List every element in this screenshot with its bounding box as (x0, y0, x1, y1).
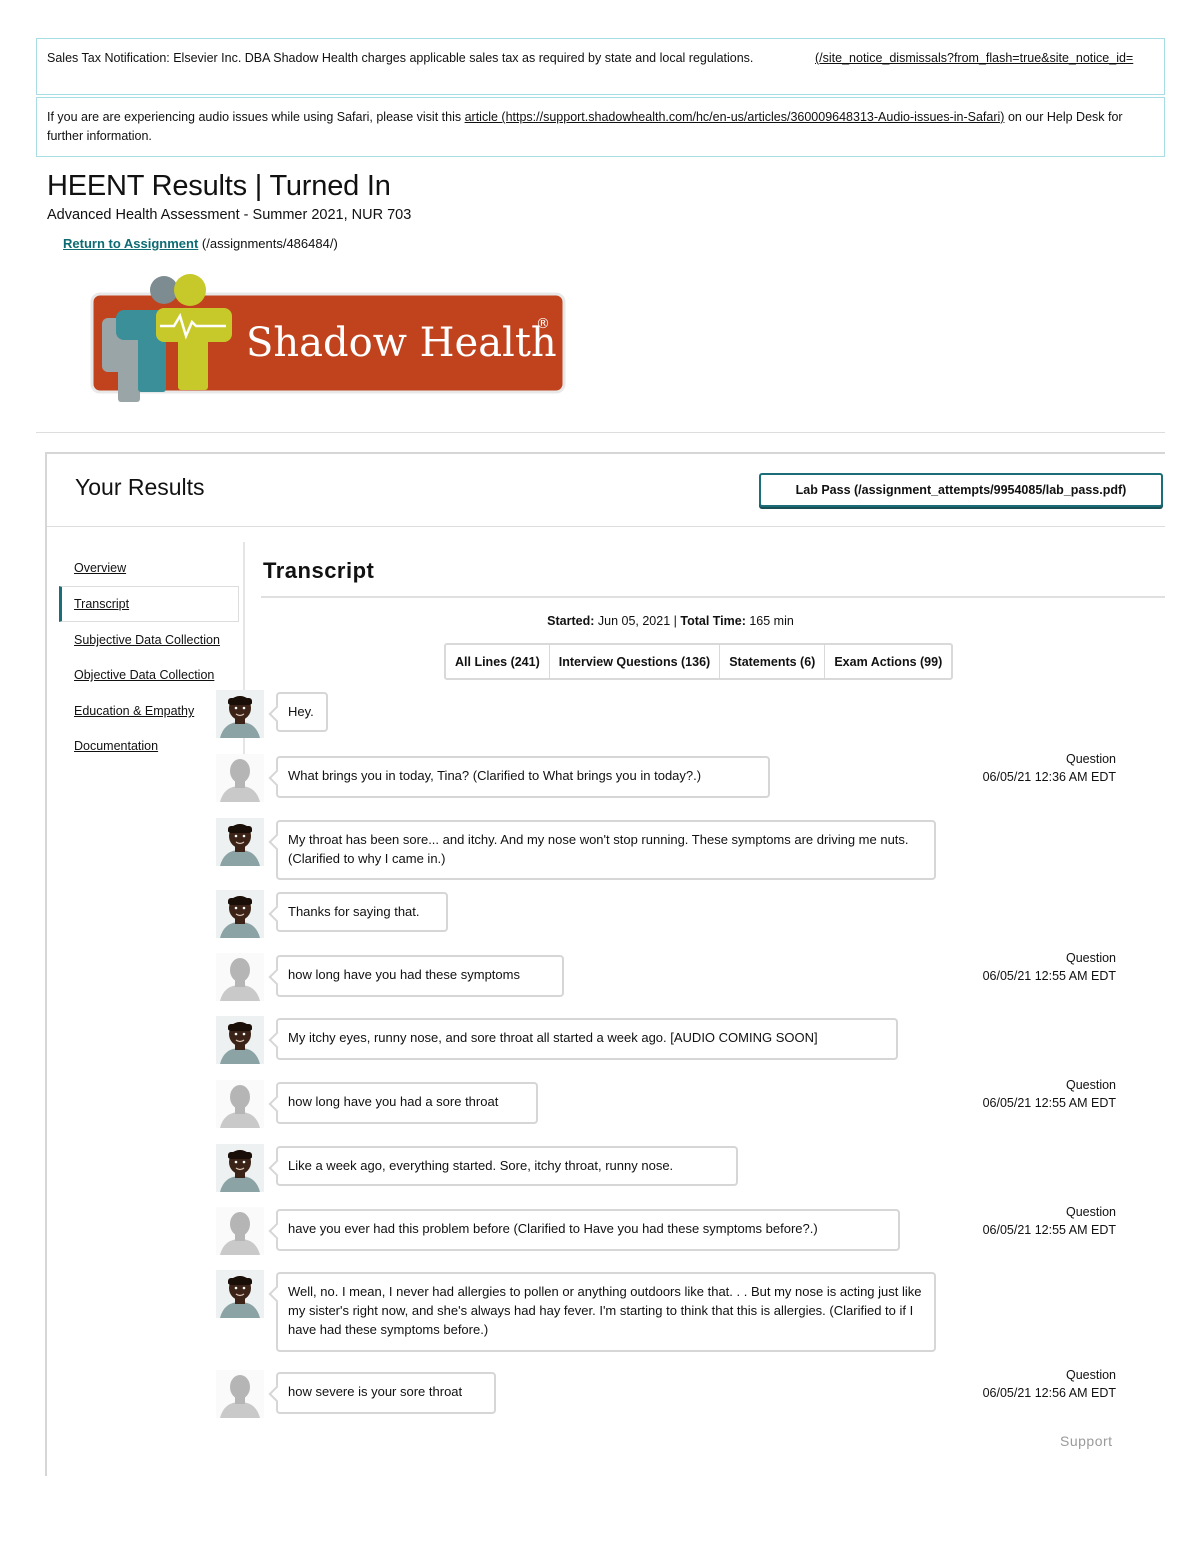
message-timestamp: 06/05/21 12:56 AM EDT (982, 1386, 1116, 1400)
transcript-divider (261, 596, 1165, 598)
divider (36, 432, 1165, 433)
transcript-filter-bar: All Lines (241) Interview Questions (136… (444, 643, 954, 680)
student-avatar-icon (216, 1370, 264, 1418)
message-kind: Question (1065, 1205, 1116, 1219)
message-meta: Question 06/05/21 12:55 AM EDT (983, 1203, 1116, 1239)
course-subtitle: Advanced Health Assessment - Summer 2021… (47, 207, 412, 223)
student-avatar-icon (216, 1080, 264, 1128)
transcript-title: Transcript (263, 558, 375, 583)
transcript-row-patient: My throat has been sore... and itchy. An… (216, 818, 1116, 880)
filter-statements[interactable]: Statements (6) (720, 645, 826, 678)
return-link-label[interactable]: Return to Assignment (63, 236, 198, 251)
transcript-row-student: have you ever had this problem before (C… (216, 1205, 1116, 1255)
message-bubble: My throat has been sore... and itchy. An… (276, 820, 936, 880)
filter-all-lines[interactable]: All Lines (241) (446, 645, 550, 678)
message-timestamp: 06/05/21 12:55 AM EDT (982, 969, 1116, 983)
audio-notice-prefix: If you are are experiencing audio issues… (47, 110, 465, 124)
filter-interview-questions[interactable]: Interview Questions (136) (550, 645, 721, 678)
message-bubble: What brings you in today, Tina? (Clarifi… (276, 756, 770, 798)
message-meta: Question 06/05/21 12:55 AM EDT (983, 1076, 1116, 1112)
message-bubble: how long have you had a sore throat (276, 1082, 538, 1124)
message-meta: Question 06/05/21 12:55 AM EDT (983, 949, 1116, 985)
transcript-row-patient: Well, no. I mean, I never had allergies … (216, 1270, 1116, 1352)
message-timestamp: 06/05/21 12:55 AM EDT (982, 1223, 1116, 1237)
sales-tax-notice: Sales Tax Notification: Elsevier Inc. DB… (36, 38, 1165, 95)
message-timestamp: 06/05/21 12:55 AM EDT (982, 1096, 1116, 1110)
patient-avatar-icon (216, 1016, 264, 1064)
transcript-row-patient: My itchy eyes, runny nose, and sore thro… (216, 1016, 1116, 1064)
total-time-label: Total Time: (680, 614, 746, 628)
sidebar-item-transcript[interactable]: Transcript (59, 586, 239, 622)
safari-article-link[interactable]: article (https://support.shadowhealth.co… (465, 110, 1005, 124)
student-avatar-icon (216, 953, 264, 1001)
page-title: HEENT Results | Turned In (47, 170, 391, 202)
return-to-assignment[interactable]: Return to Assignment (/assignments/48648… (63, 236, 338, 251)
message-kind: Question (1065, 752, 1116, 766)
patient-avatar-icon (216, 890, 264, 938)
student-avatar-icon (216, 1207, 264, 1255)
sidebar-item-subjective-data-collection[interactable]: Subjective Data Collection (74, 633, 220, 647)
filter-exam-actions[interactable]: Exam Actions (99) (825, 645, 951, 678)
dismiss-notice-link[interactable]: (/site_notice_dismissals?from_flash=true… (815, 49, 1155, 68)
registered-mark: ® (536, 316, 550, 332)
transcript-row-student: how severe is your sore throat Question 06… (216, 1368, 1116, 1418)
message-kind: Question (1065, 951, 1116, 965)
sales-tax-text: Sales Tax Notification: Elsevier Inc. DB… (47, 51, 754, 65)
sidebar-item-documentation[interactable]: Documentation (74, 739, 158, 753)
started-value: Jun 05, 2021 | (594, 614, 681, 628)
message-kind: Question (1065, 1368, 1116, 1382)
student-avatar-icon (216, 754, 264, 802)
message-bubble: Thanks for saying that. (276, 892, 448, 932)
message-timestamp: 06/05/21 12:36 AM EDT (982, 770, 1116, 784)
patient-avatar-icon (216, 1144, 264, 1192)
message-meta: Question 06/05/21 12:56 AM EDT (983, 1366, 1116, 1402)
started-label: Started: (547, 614, 595, 628)
sidebar-item-education-empathy[interactable]: Education & Empathy (74, 704, 194, 718)
message-bubble: Well, no. I mean, I never had allergies … (276, 1272, 936, 1352)
transcript-row-patient: Hey. (216, 690, 1116, 738)
logo-wordmark: Shadow Health (246, 320, 557, 366)
shadow-health-logo: Shadow Health ® (90, 274, 566, 402)
results-title: Your Results (75, 474, 205, 500)
message-bubble: Hey. (276, 692, 328, 732)
message-bubble: how severe is your sore throat (276, 1372, 496, 1414)
transcript-row-student: how long have you had these symptoms Ques… (216, 951, 1116, 1001)
patient-avatar-icon (216, 1270, 264, 1318)
return-link-path: (/assignments/486484/) (198, 236, 338, 251)
transcript-row-patient: Like a week ago, everything started. Sor… (216, 1144, 1116, 1192)
lab-pass-button[interactable]: Lab Pass (/assignment_attempts/9954085/l… (759, 473, 1163, 507)
message-bubble: how long have you had these symptoms (276, 955, 564, 997)
audio-notice: If you are are experiencing audio issues… (36, 97, 1165, 157)
transcript-summary: Started: Jun 05, 2021 | Total Time: 165 … (263, 614, 1078, 628)
transcript-row-student: What brings you in today, Tina? (Clarifi… (216, 752, 1116, 802)
support-link[interactable]: Support (1060, 1433, 1113, 1449)
transcript-row-patient: Thanks for saying that. (216, 890, 1116, 938)
total-time-value: 165 min (745, 614, 794, 628)
sidebar-item-overview[interactable]: Overview (74, 561, 126, 575)
patient-avatar-icon (216, 690, 264, 738)
message-bubble: My itchy eyes, runny nose, and sore thro… (276, 1018, 898, 1060)
patient-avatar-icon (216, 818, 264, 866)
message-bubble: Like a week ago, everything started. Sor… (276, 1146, 738, 1186)
results-header: Your Results Lab Pass (/assignment_attem… (47, 454, 1165, 527)
message-meta: Question 06/05/21 12:36 AM EDT (983, 750, 1116, 786)
message-bubble: have you ever had this problem before (C… (276, 1209, 900, 1251)
transcript-row-student: how long have you had a sore throat Quest… (216, 1078, 1116, 1128)
sidebar-item-objective-data-collection[interactable]: Objective Data Collection (74, 668, 214, 682)
message-kind: Question (1065, 1078, 1116, 1092)
